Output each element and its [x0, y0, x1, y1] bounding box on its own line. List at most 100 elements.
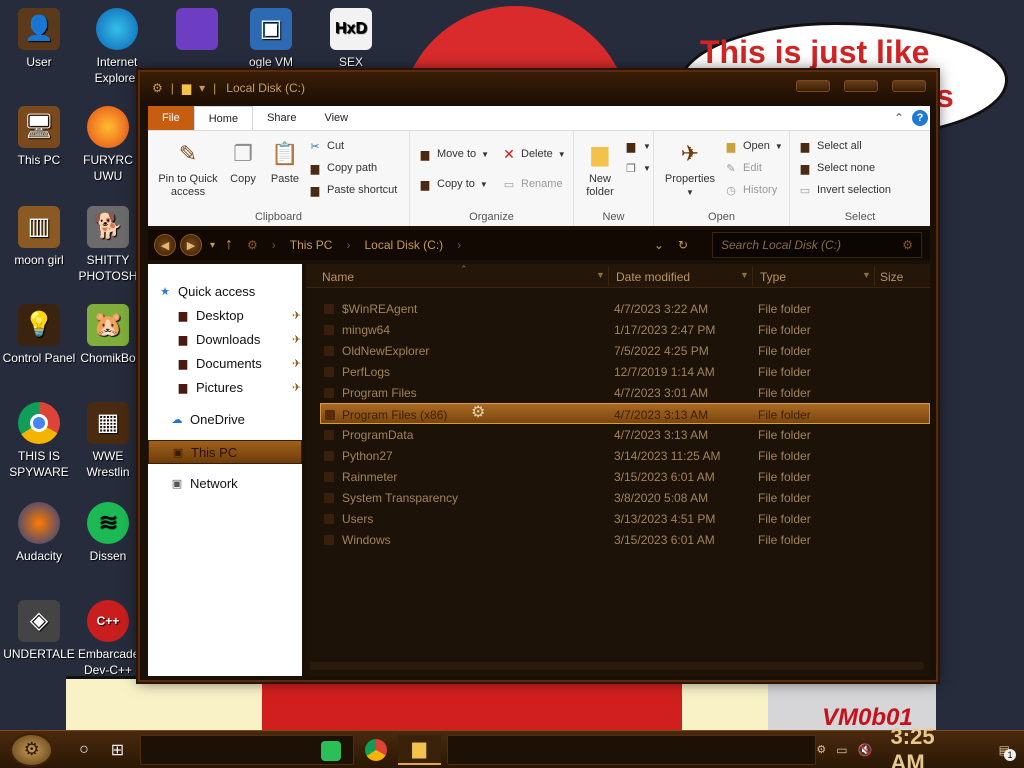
nav-downloads[interactable]: ▆ Downloads ✈ [176, 332, 301, 347]
search-circle-icon[interactable]: ○ [67, 735, 100, 765]
breadcrumb-separator[interactable]: › [346, 238, 350, 252]
horizontal-scrollbar[interactable] [310, 662, 924, 670]
minimize-button[interactable] [796, 80, 830, 92]
desktop-icon-chomikbox[interactable]: 🐹 ChomikBo [78, 304, 138, 366]
taskbar-file-explorer[interactable]: ▆ [397, 734, 441, 765]
start-button[interactable]: ⚙ [10, 732, 54, 767]
nav-documents[interactable]: ▆ Documents ✈ [176, 356, 301, 371]
table-row[interactable]: $WinREAgent 4/7/2023 3:22 AM File folder [320, 298, 930, 319]
copy-to-button[interactable]: ▆ Copy to ▼ [418, 177, 488, 191]
breadcrumb-local-disk[interactable]: Local Disk (C:) [364, 238, 443, 252]
desktop-icon-chrome[interactable]: THIS IS SPYWARE [0, 402, 78, 480]
paste-shortcut-button[interactable]: ▆ Paste shortcut [308, 183, 398, 197]
history-button[interactable]: ◷ History [724, 183, 777, 197]
open-button[interactable]: ▆ Open ▼ [724, 139, 783, 153]
table-row[interactable]: Python27 3/14/2023 11:25 AM File folder [320, 445, 930, 466]
move-to-button[interactable]: ▆ Move to ▼ [418, 147, 489, 161]
breadcrumb[interactable]: ⚙ › This PC › Local Disk (C:) › [247, 238, 461, 252]
tab-home[interactable]: Home [193, 106, 254, 130]
invert-selection-button[interactable]: ▭ Invert selection [798, 183, 891, 197]
desktop-icon-control-panel[interactable]: 💡 Control Panel [0, 304, 78, 366]
taskbar-notes-app[interactable] [309, 736, 353, 766]
edit-button[interactable]: ✎ Edit [724, 161, 762, 175]
refresh-icon[interactable]: ↻ [678, 238, 688, 252]
table-row[interactable]: ProgramData 4/7/2023 3:13 AM File folder [320, 424, 930, 445]
recent-locations-icon[interactable]: ▾ [210, 240, 215, 251]
address-dropdown-icon[interactable]: ⌄ [654, 238, 664, 252]
up-arrow-icon[interactable]: ↑ [225, 236, 233, 254]
nav-this-pc[interactable]: ▣ This PC [148, 440, 302, 464]
table-row[interactable]: Windows 3/15/2023 6:01 AM File folder [320, 529, 930, 550]
pin-to-quick-access-button[interactable]: ✎ Pin to Quick access [152, 137, 224, 199]
table-row[interactable]: OldNewExplorer 7/5/2022 4:25 PM File fol… [320, 340, 930, 361]
desktop-icon-spotify[interactable]: ≋ Dissen [78, 502, 138, 564]
properties-button[interactable]: ✈ Properties ▼ [660, 137, 720, 199]
desktop-icon-visual-studio[interactable] [158, 8, 236, 54]
nav-network[interactable]: ▣ Network [170, 476, 238, 491]
select-none-button[interactable]: ▆ Select none [798, 161, 875, 175]
nav-onedrive[interactable]: ☁ OneDrive [170, 412, 245, 427]
table-row[interactable]: Users 3/13/2023 4:51 PM File folder [320, 508, 930, 529]
table-row[interactable]: PerfLogs 12/7/2019 1:14 AM File folder [320, 361, 930, 382]
column-name[interactable]: Name [322, 270, 354, 284]
desktop-icon-devcpp[interactable]: C++ Embarcade Dev-C++ [78, 600, 139, 678]
new-item-button[interactable]: ▆ ▼ [624, 139, 651, 153]
table-row[interactable]: Program Files 4/7/2023 3:01 AM File fold… [320, 382, 930, 403]
new-folder-button[interactable]: ▆ New folder [580, 137, 620, 199]
chevron-up-icon[interactable]: ⌃ [894, 111, 904, 125]
desktop-icon-wwe[interactable]: ▦ WWE Wrestlin [78, 402, 138, 480]
desktop-icon-virtualbox[interactable]: ▣ ogle VM [232, 8, 310, 70]
breadcrumb-separator[interactable]: › [272, 238, 276, 252]
tab-view[interactable]: View [310, 106, 362, 130]
maximize-button[interactable] [844, 80, 878, 92]
nav-quick-access[interactable]: ★ Quick access [158, 284, 255, 299]
table-row[interactable]: mingw64 1/17/2023 2:47 PM File folder [320, 319, 930, 340]
chevron-down-icon[interactable]: ▾ [199, 81, 205, 95]
tab-share[interactable]: Share [253, 106, 310, 130]
desktop-icon-moon-girl[interactable]: ▥ moon girl [0, 206, 78, 268]
desktop-icon-this-pc[interactable]: 🖥 This PC [0, 106, 78, 168]
select-all-button[interactable]: ▆ Select all [798, 139, 862, 153]
nav-pictures[interactable]: ▆ Pictures ✈ [176, 380, 301, 395]
easy-access-button[interactable]: ❐ ▼ [624, 161, 651, 175]
breadcrumb-this-pc[interactable]: This PC [290, 238, 333, 252]
cut-button[interactable]: ✂ Cut [308, 139, 344, 153]
column-type[interactable]: Type [760, 270, 786, 284]
rename-button[interactable]: ▭ Rename [502, 177, 563, 191]
table-row[interactable]: Rainmeter 3/15/2023 6:01 AM File folder [320, 466, 930, 487]
chevron-down-icon[interactable]: ▼ [740, 270, 749, 280]
desktop-icon-audacity[interactable]: Audacity [0, 502, 78, 564]
column-size[interactable]: Size [880, 270, 903, 284]
forward-button[interactable]: ▶ [180, 234, 202, 256]
delete-button[interactable]: ✕ Delete ▼ [502, 146, 566, 162]
paste-button[interactable]: 📋 Paste [266, 137, 304, 186]
copy-button[interactable]: ❐ Copy [226, 137, 260, 186]
gear-icon[interactable]: ⚙ [152, 81, 163, 95]
notifications-icon[interactable]: ▤ 1 [999, 743, 1016, 761]
gear-icon[interactable]: ⚙ [816, 743, 826, 756]
title-bar[interactable]: ⚙ | ▆ ▾ | Local Disk (C:) [140, 72, 936, 104]
desktop-icon-user[interactable]: 👤 User [0, 8, 78, 70]
chevron-down-icon[interactable]: ▼ [862, 270, 871, 280]
clock[interactable]: 3:25 AM [891, 724, 971, 768]
desktop-icon-gimp[interactable]: 🐕 SHITTY PHOTOSH [78, 206, 138, 284]
network-icon[interactable]: ▭ [836, 743, 847, 757]
table-row-selected[interactable]: Program Files (x86) 4/7/2023 3:13 AM Fil… [320, 403, 930, 424]
help-icon[interactable]: ? [912, 110, 928, 126]
desktop-icon-undertale[interactable]: ◈ UNDERTALE [0, 600, 78, 662]
desktop-icon-hxd[interactable]: HxD SEX [312, 8, 390, 70]
desktop-icon-firefox[interactable]: FURYRC UWU [78, 106, 138, 184]
volume-muted-icon[interactable]: 🔇 [858, 743, 873, 757]
taskbar-chrome[interactable] [354, 735, 397, 765]
back-button[interactable]: ◀ [154, 234, 176, 256]
task-view-icon[interactable]: ⊞ [101, 735, 134, 765]
copy-path-button[interactable]: ▆ Copy path [308, 161, 377, 175]
folder-icon[interactable]: ▆ [182, 81, 191, 95]
breadcrumb-separator[interactable]: › [457, 238, 461, 252]
search-input[interactable]: Search Local Disk (C:) ⚙ [712, 232, 922, 258]
tab-file[interactable]: File [148, 106, 194, 130]
chevron-down-icon[interactable]: ▼ [596, 270, 605, 280]
table-row[interactable]: System Transparency 3/8/2020 5:08 AM Fil… [320, 487, 930, 508]
column-date-modified[interactable]: Date modified [616, 270, 690, 284]
nav-desktop[interactable]: ▆ Desktop ✈ [176, 308, 301, 323]
